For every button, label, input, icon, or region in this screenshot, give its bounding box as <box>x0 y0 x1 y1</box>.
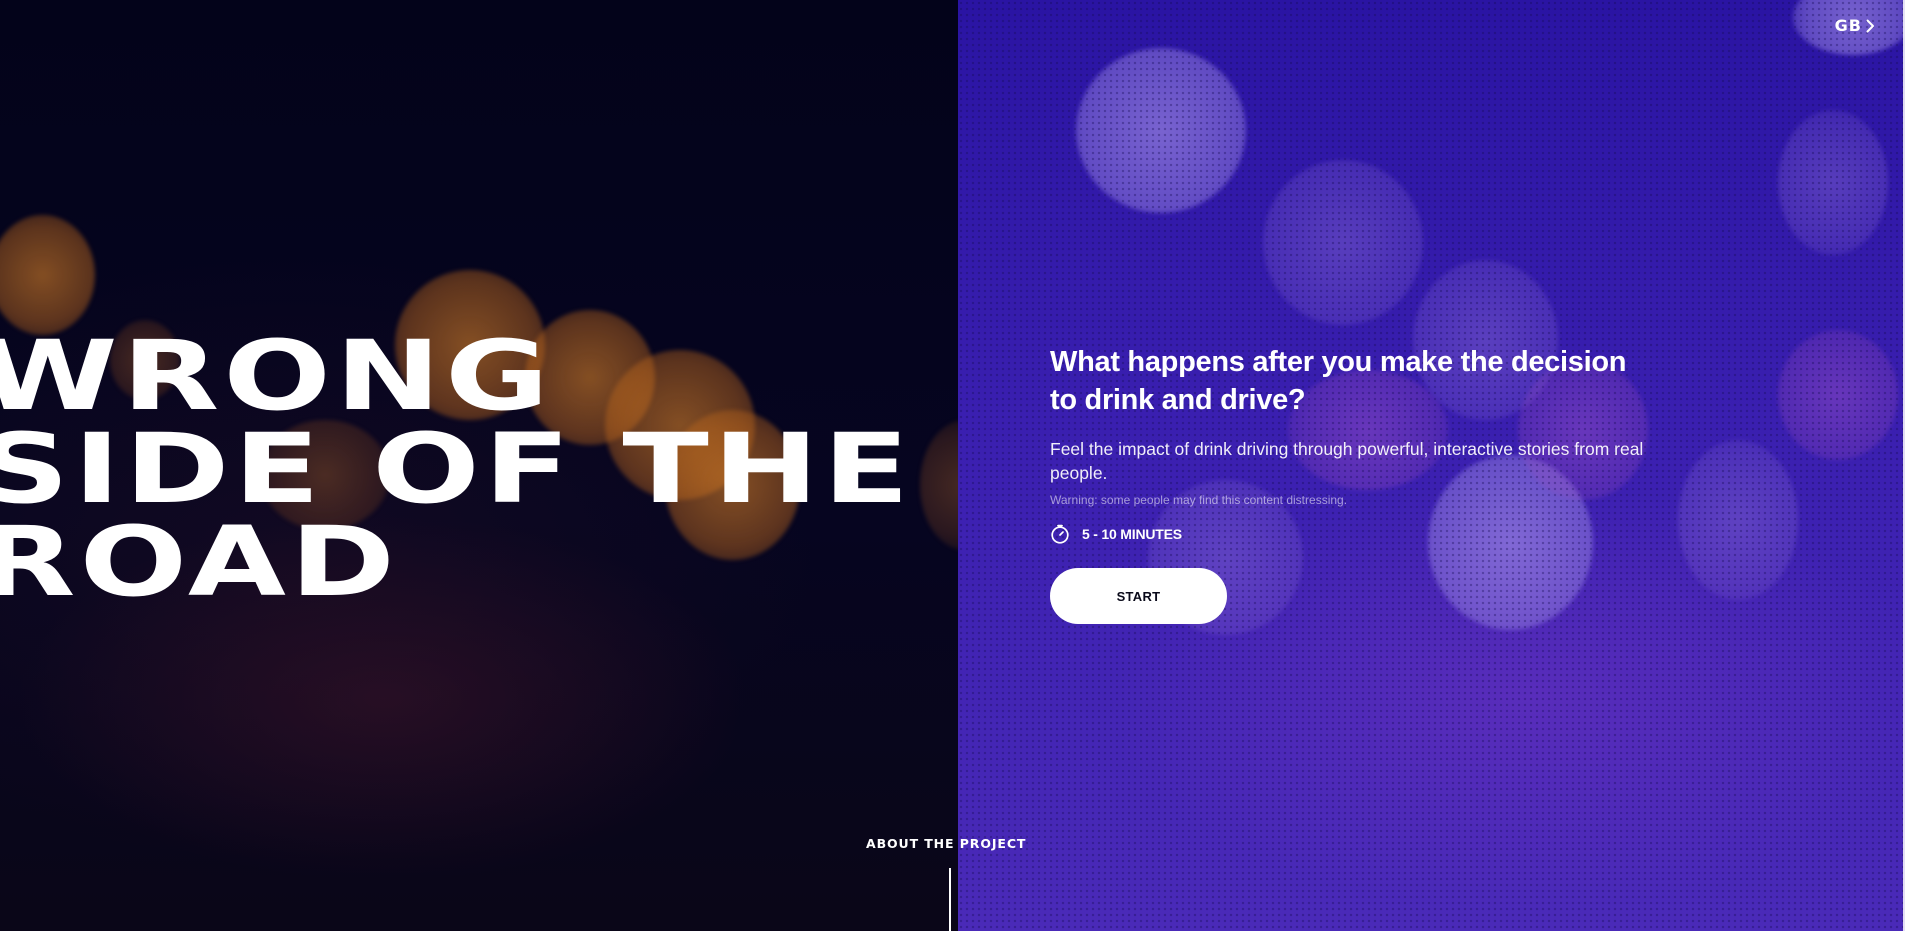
hero-title-line: ROAD <box>0 506 399 618</box>
bokeh-light <box>0 215 95 335</box>
bokeh-light <box>1778 330 1898 460</box>
about-project-link[interactable]: ABOUT THE PROJECT <box>866 836 1026 851</box>
hero-title-line: SIDE OF THE <box>0 413 914 525</box>
chevron-right-icon <box>1866 19 1874 32</box>
intro-content: What happens after you make the decision… <box>1050 343 1650 624</box>
bokeh-light <box>1778 110 1888 255</box>
hero-title: WRONG SIDE OF THE ROAD <box>0 320 914 618</box>
bokeh-light <box>1076 48 1246 213</box>
duration-info: 5 - 10 MINUTES <box>1050 524 1650 544</box>
scroll-indicator-line <box>949 868 951 931</box>
timer-icon <box>1051 524 1069 544</box>
locale-selector[interactable]: GB <box>1835 16 1875 35</box>
start-button[interactable]: START <box>1050 568 1227 624</box>
intro-heading: What happens after you make the decision… <box>1050 346 1627 416</box>
bokeh-light <box>1678 440 1798 600</box>
bokeh-light <box>1263 160 1423 325</box>
bokeh-light <box>920 420 958 550</box>
duration-label: 5 - 10 MINUTES <box>1082 526 1182 542</box>
intro-description: Feel the impact of drink driving through… <box>1050 439 1644 483</box>
landing-page: WRONG SIDE OF THE ROAD GB What happens a… <box>0 0 1905 931</box>
hero-title-line: WRONG <box>0 320 553 432</box>
locale-label: GB <box>1834 16 1862 35</box>
content-warning: Warning: some people may find this conte… <box>1050 493 1348 507</box>
